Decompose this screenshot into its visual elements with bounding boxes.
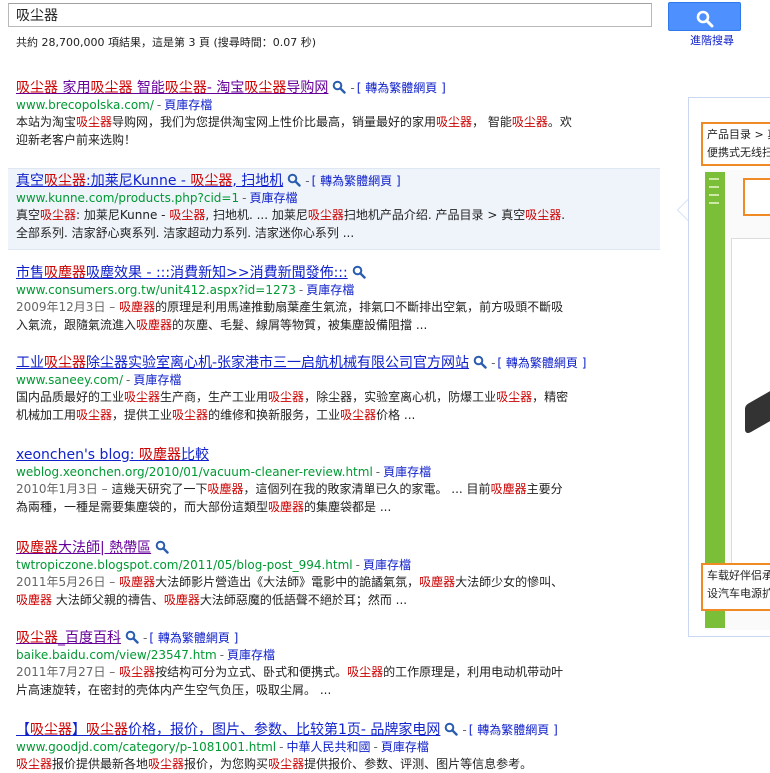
result-item: 市售吸塵器吸塵效果 - :::消費新知>>消費新聞發佈::: www.consu… xyxy=(8,265,660,334)
result-url: twtropiczone.blogspot.com/2011/05/blog-p… xyxy=(16,558,353,572)
result-snippet: 2009年12月3日 – 吸塵器的原理是利用馬達推動扇葉產生氣流，排氣口不斷排出… xyxy=(16,300,564,332)
result-url: www.saneey.com/ xyxy=(16,373,124,387)
translate-link-wrap: -[ 轉為繁體網頁 ] xyxy=(305,174,401,188)
result-title-link[interactable]: 吸塵器大法師| 熱帶區 xyxy=(16,540,151,556)
advanced-search-link[interactable]: 進階搜尋 xyxy=(690,32,734,48)
preview-magnifier-icon[interactable] xyxy=(332,80,347,94)
cache-link[interactable]: 頁庫存檔 xyxy=(249,191,297,205)
result-date: 2009年12月3日 xyxy=(16,300,106,314)
translate-link-wrap: -[ 轉為繁體網頁 ] xyxy=(143,631,239,645)
translate-link[interactable]: 轉為繁體網頁 xyxy=(506,356,578,370)
result-url-line: www.saneey.com/- 頁庫存檔 xyxy=(16,373,182,387)
result-snippet: 国内品质最好的工业吸尘器生产商，生产工业用吸尘器，除尘器，实验室离心机，防爆工业… xyxy=(16,390,569,422)
preview-magnifier-icon[interactable] xyxy=(352,265,366,279)
result-title-link[interactable]: 吸尘器 家用吸尘器 智能吸尘器- 淘宝吸尘器导购网 xyxy=(16,80,328,96)
result-item: 【吸尘器】吸尘器价格，报价，图片、参数、比较第1页- 品牌家电网 -[ 轉為繁體網… xyxy=(8,722,660,773)
result-stats: 共約 28,700,000 項結果，這是第 3 頁 (搜尋時間：0.07 秒) xyxy=(16,36,317,49)
preview-callout-text: 产品目录 > 真空吸尘器 xyxy=(707,128,770,141)
result-title-line: 吸塵器大法師| 熱帶區 xyxy=(16,540,660,557)
result-url-line: www.brecopolska.com/- 頁庫存檔 xyxy=(16,98,213,112)
cache-link[interactable]: 頁庫存檔 xyxy=(383,465,431,479)
search-button[interactable] xyxy=(668,2,741,31)
result-url-line: www.goodjd.com/category/p-1081001.html - 中… xyxy=(16,740,429,754)
result-item: 吸塵器大法師| 熱帶區 twtropiczone.blogspot.com/20… xyxy=(8,540,660,609)
result-title-link[interactable]: 真空吸尘器:加莱尼Kunne - 吸尘器, 扫地机 xyxy=(16,173,283,189)
result-url-line: weblog.xeonchen.org/2010/01/vacuum-clean… xyxy=(16,465,432,479)
result-item: 吸尘器 家用吸尘器 智能吸尘器- 淘宝吸尘器导购网 -[ 轉為繁體網頁 ] www… xyxy=(8,80,660,149)
result-url: www.kunne.com/products.php?cid=1 xyxy=(16,191,240,205)
preview-magnifier-icon[interactable] xyxy=(287,173,301,187)
result-title-link[interactable]: 工业吸尘器除尘器实验室离心机-张家港市三一启航机械有限公司官方网站 xyxy=(16,355,469,371)
result-title-link[interactable]: 吸尘器_百度百科 xyxy=(16,630,121,646)
result-snippet: 2010年1月3日 – 這幾天研究了一下吸塵器，這個列在我的敗家清單已久的家電。… xyxy=(16,482,563,514)
result-item: xeonchen's blog: 吸塵器比較 weblog.xeonchen.o… xyxy=(8,447,660,516)
instant-preview-pane[interactable]: 产品目录 > 真空吸尘器 便携式无线扫地机 车载好伴侣承 设汽车电源扩 xyxy=(688,97,770,637)
result-url: baike.baidu.com/view/23547.htm xyxy=(16,648,217,662)
result-date: 2010年1月3日 xyxy=(16,482,98,496)
preview-callout-bottom: 车载好伴侣承 设汽车电源扩 xyxy=(701,563,770,611)
result-url-line: www.kunne.com/products.php?cid=1- 頁庫存檔 xyxy=(16,191,298,205)
result-title-link[interactable]: 【吸尘器】吸尘器价格，报价，图片、参数、比较第1页- 品牌家电网 xyxy=(16,722,440,738)
result-title-line: 吸尘器 家用吸尘器 智能吸尘器- 淘宝吸尘器导购网 -[ 轉為繁體網頁 ] xyxy=(16,80,660,97)
preview-callout-top: 产品目录 > 真空吸尘器 便携式无线扫地机 xyxy=(701,122,770,166)
result-item: 吸尘器_百度百科 -[ 轉為繁體網頁 ] baike.baidu.com/view… xyxy=(8,630,660,699)
translate-link[interactable]: 轉為繁體網頁 xyxy=(477,723,549,737)
cache-link[interactable]: 頁庫存檔 xyxy=(306,283,354,297)
result-snippet: 本站为淘宝吸尘器导购网，我们为您提供淘宝网上性价比最高，销量最好的家用吸尘器， … xyxy=(16,115,572,147)
cache-link[interactable]: 頁庫存檔 xyxy=(133,373,181,387)
preview-magnifier-icon[interactable] xyxy=(444,722,459,736)
result-snippet: 吸尘器报价提供最新各地吸尘器报价，为您购买吸尘器提供报价、参数、评测、图片等信息… xyxy=(16,757,533,771)
result-title-link[interactable]: 市售吸塵器吸塵效果 - :::消費新知>>消費新聞發佈::: xyxy=(16,265,348,281)
translate-link-wrap: -[ 轉為繁體網頁 ] xyxy=(462,723,558,737)
result-title-link[interactable]: xeonchen's blog: 吸塵器比較 xyxy=(16,447,209,463)
result-title-line: 真空吸尘器:加莱尼Kunne - 吸尘器, 扫地机 -[ 轉為繁體網頁 ] xyxy=(16,173,660,190)
cache-link[interactable]: 頁庫存檔 xyxy=(227,648,275,662)
cache-link[interactable]: 頁庫存檔 xyxy=(363,558,411,572)
result-title-line: 吸尘器_百度百科 -[ 轉為繁體網頁 ] xyxy=(16,630,660,647)
result-title-line: 工业吸尘器除尘器实验室离心机-张家港市三一启航机械有限公司官方网站 -[ 轉為繁體… xyxy=(16,355,660,372)
result-title-line: 市售吸塵器吸塵效果 - :::消費新知>>消費新聞發佈::: xyxy=(16,265,660,282)
result-title-line: xeonchen's blog: 吸塵器比較 xyxy=(16,447,660,464)
translate-link[interactable]: 轉為繁體網頁 xyxy=(158,631,230,645)
cache-link[interactable]: 頁庫存檔 xyxy=(381,740,429,754)
result-url: weblog.xeonchen.org/2010/01/vacuum-clean… xyxy=(16,465,373,479)
translate-link[interactable]: 轉為繁體網頁 xyxy=(365,81,437,95)
preview-sidebar xyxy=(705,172,725,628)
result-date: 2011年7月27日 xyxy=(16,665,106,679)
cache-link[interactable]: 頁庫存檔 xyxy=(164,98,212,112)
preview-callout-text: 车载好伴侣承 xyxy=(707,569,770,582)
result-date: 2011年5月26日 xyxy=(16,575,106,589)
translate-link-wrap: -[ 轉為繁體網頁 ] xyxy=(491,356,587,370)
translate-link-wrap: -[ 轉為繁體網頁 ] xyxy=(350,81,446,95)
search-input[interactable] xyxy=(8,3,652,27)
search-icon xyxy=(696,10,713,28)
result-snippet: 2011年7月27日 – 吸尘器按结构可分为立式、卧式和便携式。吸尘器的工作原理… xyxy=(16,665,564,697)
result-url-line: baike.baidu.com/view/23547.htm - 頁庫存檔 xyxy=(16,648,276,662)
preview-magnifier-icon[interactable] xyxy=(125,630,139,644)
result-url: www.brecopolska.com/ xyxy=(16,98,154,112)
result-url: www.consumers.org.tw/unit412.aspx?id=127… xyxy=(16,283,296,297)
result-item: 工业吸尘器除尘器实验室离心机-张家港市三一启航机械有限公司官方网站 -[ 轉為繁體… xyxy=(8,355,660,424)
result-snippet: 2011年5月26日 – 吸塵器大法師影片營造出《大法師》電影中的詭譎氣氛，吸塵… xyxy=(16,575,564,607)
preview-callout-text: 设汽车电源扩 xyxy=(707,587,770,600)
preview-magnifier-icon[interactable] xyxy=(473,355,487,369)
preview-callout-text: 便携式无线扫地机 xyxy=(707,146,770,159)
region-link[interactable]: 中華人民共和國 xyxy=(286,740,370,754)
result-url-line: twtropiczone.blogspot.com/2011/05/blog-p… xyxy=(16,558,412,572)
result-title-line: 【吸尘器】吸尘器价格，报价，图片、参数、比较第1页- 品牌家电网 -[ 轉為繁體網… xyxy=(16,722,660,739)
result-snippet: 真空吸尘器: 加莱尼Kunne - 吸尘器, 扫地机. ... 加莱尼吸尘器扫地… xyxy=(16,208,566,240)
result-url: www.goodjd.com/category/p-1081001.html xyxy=(16,740,277,754)
result-item-highlighted: 真空吸尘器:加莱尼Kunne - 吸尘器, 扫地机 -[ 轉為繁體網頁 ] www… xyxy=(8,168,660,250)
preview-highlight-frame xyxy=(743,178,770,216)
result-url-line: www.consumers.org.tw/unit412.aspx?id=127… xyxy=(16,283,355,297)
preview-magnifier-icon[interactable] xyxy=(155,540,169,554)
translate-link[interactable]: 轉為繁體網頁 xyxy=(320,174,392,188)
